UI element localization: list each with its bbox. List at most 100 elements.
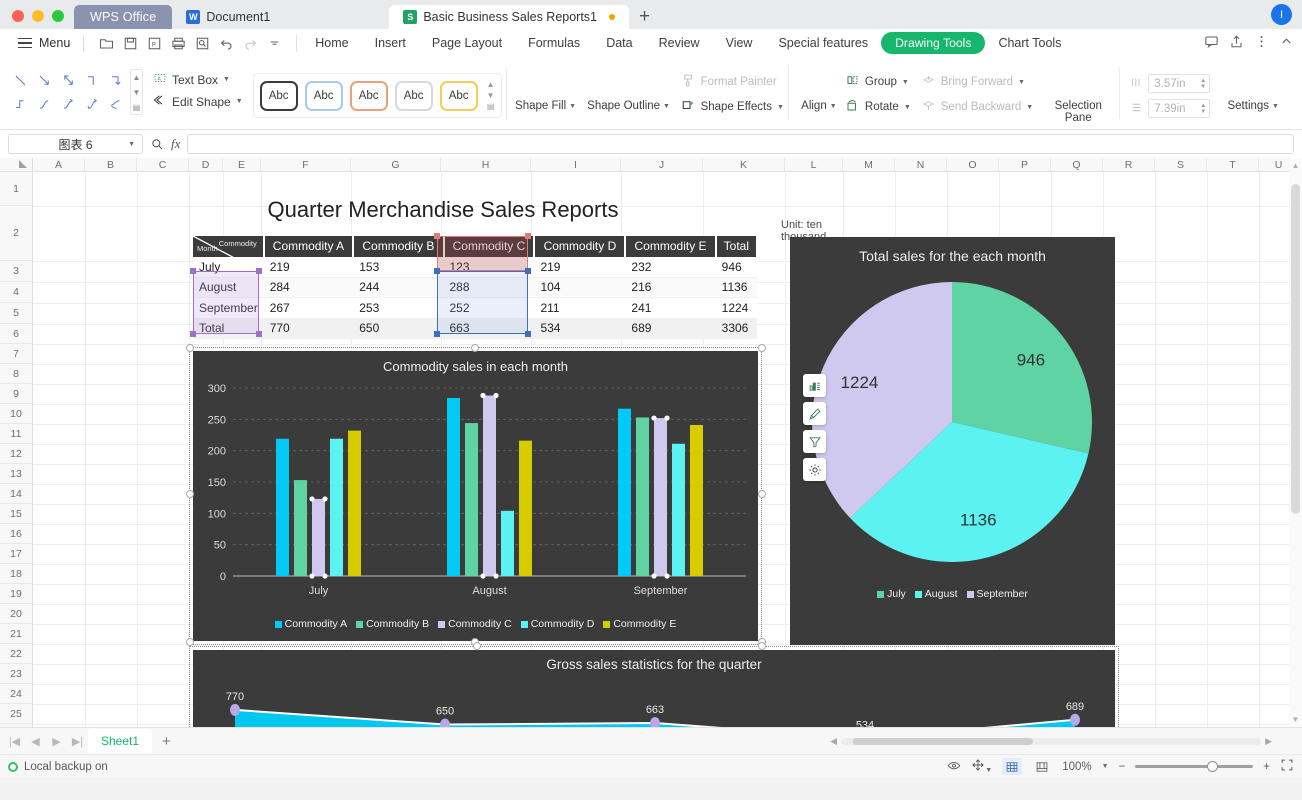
zoom-slider[interactable]	[1135, 761, 1254, 772]
column-header-g[interactable]: G	[351, 158, 441, 171]
table-row[interactable]: July 219 153 123 219 232 946	[193, 256, 757, 278]
legend-item[interactable]: Commodity E	[603, 618, 676, 630]
legend-item[interactable]: August	[914, 588, 958, 600]
print-icon[interactable]	[167, 32, 189, 54]
row-header-13[interactable]: 13	[0, 464, 32, 484]
sales-data-table[interactable]: Commodity Month Commodity A Commodity B …	[193, 236, 759, 339]
ribbon-tab-home[interactable]: Home	[302, 32, 361, 54]
chart-quick-tools[interactable]	[803, 374, 826, 481]
width-stepper[interactable]: ▲ ▼	[1200, 103, 1209, 115]
table-cell-value[interactable]: 1136	[715, 277, 757, 298]
shape-style-gray[interactable]: Abc	[394, 80, 433, 111]
group-button[interactable]: Group ▼	[845, 73, 911, 91]
column-header-s[interactable]: S	[1155, 158, 1207, 171]
redo-icon[interactable]	[239, 32, 261, 54]
table-cell-value[interactable]: 1224	[715, 297, 757, 319]
minimize-window-button[interactable]	[32, 10, 44, 22]
shape-style-yellow[interactable]: Abc	[439, 80, 478, 111]
table-cell-value[interactable]: 288	[443, 277, 535, 298]
column-header-r[interactable]: R	[1103, 158, 1155, 171]
share-icon[interactable]	[1229, 34, 1244, 52]
column-header-l[interactable]: L	[785, 158, 843, 171]
chevron-down-icon[interactable]: ▼	[904, 104, 911, 111]
row-header-1[interactable]: 1	[0, 172, 32, 206]
table-header-commodity-c[interactable]: Commodity C	[443, 236, 536, 257]
shape-style-orange[interactable]: Abc	[349, 80, 388, 111]
height-stepper[interactable]: ▲ ▼	[1200, 78, 1209, 90]
select-all-corner[interactable]	[0, 158, 33, 171]
table-cell-value[interactable]: 267	[263, 297, 354, 319]
table-cell-value[interactable]: 253	[353, 297, 444, 319]
row-header-7[interactable]: 7	[0, 344, 32, 364]
column-header-t[interactable]: T	[1207, 158, 1259, 171]
column-header-b[interactable]: B	[85, 158, 137, 171]
table-header-commodity-a[interactable]: Commodity A	[263, 236, 355, 257]
column-header-a[interactable]: A	[33, 158, 85, 171]
table-cell-month[interactable]: Total	[193, 318, 264, 339]
align-button[interactable]: Align ▼	[793, 69, 845, 112]
legend-item[interactable]: Commodity C	[438, 618, 512, 630]
column-header-k[interactable]: K	[703, 158, 785, 171]
legend-item[interactable]: September	[966, 588, 1028, 600]
collapse-ribbon-icon[interactable]	[1279, 34, 1294, 52]
shape-style-blue[interactable]: Abc	[304, 80, 343, 111]
line-double-arrow-shape-icon[interactable]	[56, 68, 80, 92]
table-corner-cell[interactable]: Commodity Month	[193, 236, 265, 273]
pie-chart-legend[interactable]: July August September	[790, 588, 1115, 600]
maximize-window-button[interactable]	[52, 10, 64, 22]
table-cell-value[interactable]: 216	[625, 277, 716, 298]
more-options-icon[interactable]	[1254, 34, 1269, 52]
row-header-17[interactable]: 17	[0, 544, 32, 564]
zoom-dropdown-icon[interactable]: ▼	[1102, 763, 1109, 770]
horizontal-scrollbar-track[interactable]	[841, 737, 1262, 745]
ribbon-tab-review[interactable]: Review	[646, 32, 713, 54]
table-header-total[interactable]: Total	[715, 236, 759, 257]
resize-handle[interactable]	[186, 490, 194, 498]
table-cell-value[interactable]: 232	[625, 256, 716, 278]
row-header-16[interactable]: 16	[0, 524, 32, 544]
bar-chart[interactable]: Commodity sales in each month 0 50 100 150 2…	[193, 351, 758, 641]
table-cell-value[interactable]: 219	[263, 256, 354, 278]
data-point[interactable]	[1070, 713, 1080, 726]
ribbon-tab-special-features[interactable]: Special features	[765, 32, 881, 54]
pie-chart[interactable]: Total sales for the each month 946 1136 12…	[790, 237, 1115, 645]
zoom-out-button[interactable]: −	[1119, 761, 1126, 773]
ribbon-tab-insert[interactable]: Insert	[362, 32, 419, 54]
name-box[interactable]: 图表 6 ▼	[8, 134, 143, 154]
chart-settings-icon[interactable]	[803, 458, 826, 481]
legend-item[interactable]: Commodity D	[520, 618, 594, 630]
normal-view-button[interactable]	[1002, 758, 1023, 775]
resize-handle[interactable]	[758, 344, 766, 352]
row-header-4[interactable]: 4	[0, 282, 32, 303]
main-menu-button[interactable]: Menu	[10, 36, 78, 50]
curved-double-arrow-icon[interactable]	[80, 92, 104, 116]
row-header-19[interactable]: 19	[0, 584, 32, 604]
table-cell-value[interactable]: 241	[625, 297, 716, 319]
table-row[interactable]: Total 770 650 663 534 689 3306	[193, 318, 757, 339]
resize-handle[interactable]	[471, 344, 479, 352]
data-point[interactable]	[650, 716, 660, 727]
rotate-button[interactable]: Rotate ▼	[845, 98, 911, 116]
vertical-scrollbar[interactable]: ▲ ▼	[1289, 158, 1302, 727]
row-header-3[interactable]: 3	[0, 261, 32, 282]
table-cell-value[interactable]: 104	[534, 277, 626, 298]
page-layout-view-button[interactable]	[1032, 758, 1052, 775]
table-cell-month[interactable]: September	[193, 297, 264, 319]
undo-icon[interactable]	[215, 32, 237, 54]
row-header-22[interactable]: 22	[0, 644, 32, 664]
shape-width-input[interactable]: 7.39in ▲ ▼	[1148, 99, 1211, 118]
gallery-scroll-down-icon[interactable]: ▼	[487, 91, 495, 100]
gallery-expand-icon[interactable]: ▤	[487, 102, 495, 111]
chevron-down-icon[interactable]: ▼	[830, 103, 837, 110]
chart-type-icon[interactable]	[803, 374, 826, 397]
window-controls[interactable]	[0, 10, 74, 29]
column-header-e[interactable]: E	[223, 158, 261, 171]
zoom-in-button[interactable]: +	[1263, 761, 1270, 773]
shapes-scroll-up-icon[interactable]: ▲	[131, 70, 142, 85]
shape-style-dark[interactable]: Abc	[259, 80, 298, 111]
format-painter-button[interactable]: Format Painter	[681, 73, 784, 91]
row-header-5[interactable]: 5	[0, 303, 32, 324]
chart-style-brush-icon[interactable]	[803, 402, 826, 425]
cell-area[interactable]: Quarter Merchandise Sales Reports Unit: …	[33, 172, 1302, 727]
table-cell-value[interactable]: 946	[715, 256, 757, 278]
